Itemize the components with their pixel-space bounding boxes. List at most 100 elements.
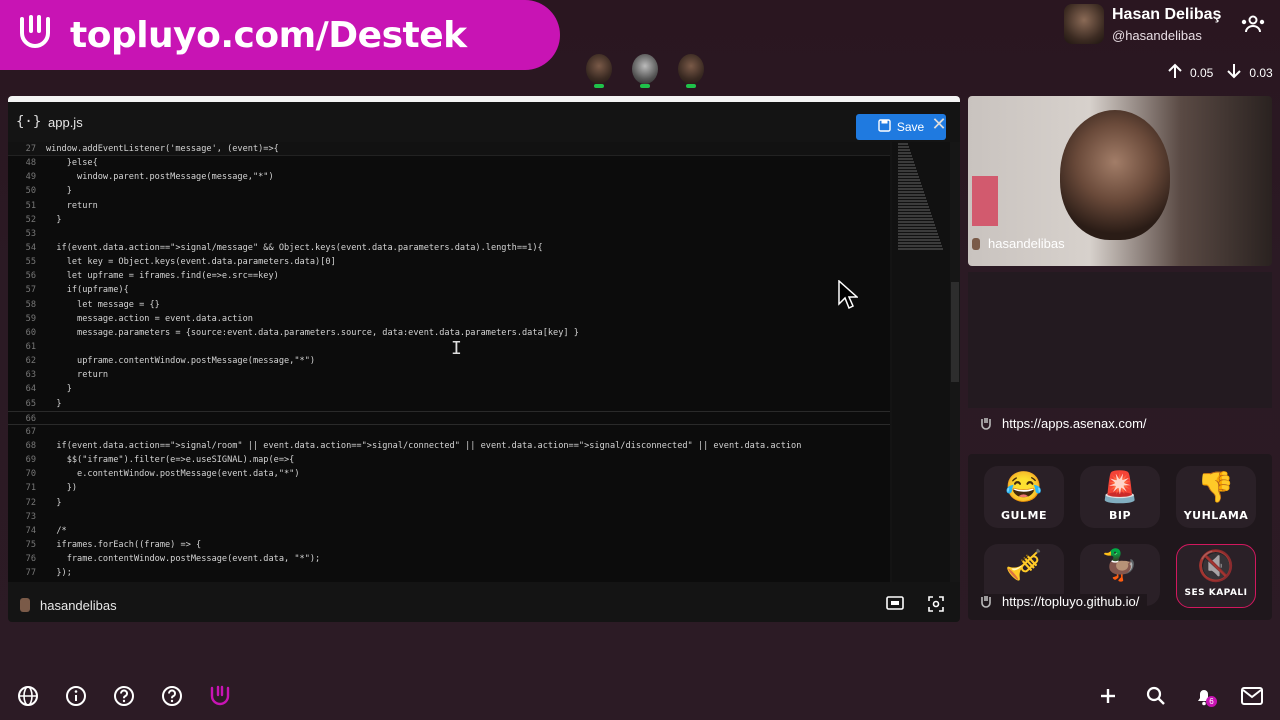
code-line: 66 [8,410,890,425]
network-stats: 0.05 0.03 [1166,62,1273,83]
siren-icon: 🚨 [1101,471,1139,504]
sticky-code-line: 27 window.addEventListener('message', (ev… [8,142,890,157]
minimap-line [898,176,919,178]
topluyo-hand-icon [980,417,992,431]
code-line: 51 return [25,200,98,211]
search-icon[interactable] [1144,684,1168,708]
text-cursor-icon: I [451,338,462,359]
code-line: 67 [25,426,36,437]
duck-icon: 🦆 [1101,549,1139,582]
notification-bell-icon[interactable]: 6 [1192,684,1217,708]
mail-icon[interactable] [1240,684,1264,708]
code-line: 70 e.contentWindow.postMessage(event.dat… [25,469,300,480]
minimap-line [898,182,921,184]
topluyo-logo-icon[interactable] [208,684,232,708]
minimap-line [898,218,933,220]
code-line: 56 let upframe = iframes.find(e=>e.src==… [25,271,279,282]
laughing-face-icon: 😂 [1005,471,1043,504]
plus-icon[interactable] [1096,684,1120,708]
minimap-line [898,185,922,187]
minimap-line [898,197,926,199]
minimap-line [898,215,932,217]
arrow-down-icon [1225,62,1243,83]
code-line: 76 frame.contentWindow.postMessage(event… [25,554,321,565]
code-line: 54 if(event.data.action==">signal/messag… [25,242,543,253]
globe-icon[interactable] [16,684,40,708]
minimap-line [898,188,923,190]
sound-boo-button[interactable]: 👎 YUHLAMA [1176,466,1256,528]
save-icon [878,119,891,135]
code-area[interactable]: 27 window.addEventListener('message', (ev… [8,142,890,582]
file-name: app.js [48,114,83,130]
download-rate: 0.03 [1249,65,1273,80]
minimap-line [898,191,924,193]
code-line: 77 }); [25,568,72,579]
close-icon[interactable]: ✕ [930,114,948,138]
participant-avatar[interactable] [630,54,660,88]
participant-avatar[interactable] [676,54,706,88]
topluyo-hand-icon [980,595,992,609]
code-line: 74 /* [25,525,67,536]
sound-laugh-button[interactable]: 😂 GULME [984,466,1064,528]
code-line: 69 $$("iframe").filter(e=>e.useSIGNAL).m… [25,455,295,466]
upload-rate: 0.05 [1190,65,1214,80]
minimap-line [898,143,908,145]
minimap-line [898,209,930,211]
shared-url-link[interactable]: https://topluyo.github.io/ [1002,594,1139,609]
code-line: 62 upframe.contentWindow.postMessage(mes… [25,356,316,367]
minimap-line [898,179,920,181]
code-line: 52 } [25,214,62,225]
minimap-line [898,155,912,157]
brand-banner[interactable]: topluyo.com/Destek [0,0,560,70]
code-line: 60 message.parameters = {source:event.da… [25,327,579,338]
current-user[interactable]: Hasan Delibaş @hasandelibas [1064,4,1221,44]
code-line: 59 message.action = event.data.action [25,313,253,324]
minimap-line [898,161,914,163]
picture-in-picture-icon[interactable] [886,596,904,617]
empty-panel [968,272,1272,408]
help-icon[interactable] [160,684,184,708]
code-line: 65 } [25,398,62,409]
shared-url-row[interactable]: https://apps.asenax.com/ [980,416,1147,431]
minimap-line [898,230,937,232]
muted-speaker-icon: 🔇 [1197,550,1235,583]
code-braces-icon: {·} [16,114,42,130]
code-line: 50 } [25,186,72,197]
minimap-line [898,239,940,241]
code-line: 49 window.parent.postMessage(message,"*"… [25,172,274,183]
shared-url-link[interactable]: https://apps.asenax.com/ [1002,416,1147,431]
webcam-label: hasandelibas [972,236,1065,251]
user-display-name: Hasan Delibaş [1112,5,1222,23]
thumbs-down-icon: 👎 [1197,471,1235,504]
participant-avatars [584,54,706,88]
minimap-line [898,212,931,214]
screenshot-icon[interactable] [928,596,944,617]
minimap-line [898,227,936,229]
code-minimap[interactable] [892,142,950,582]
info-icon[interactable] [64,684,88,708]
minimap-line [898,170,917,172]
shared-url-row[interactable]: https://topluyo.github.io/ [980,594,1148,609]
code-line: 48 }else{ [25,158,98,169]
avatar [20,598,30,612]
minimap-line [898,233,938,235]
editor-scrollbar[interactable] [950,142,960,582]
participant-avatar[interactable] [584,54,614,88]
minimap-line [898,236,939,238]
arrow-up-icon [1166,62,1184,83]
code-line: 58 let message = {} [25,299,160,310]
help-icon[interactable] [112,684,136,708]
avatar [1064,4,1104,44]
minimap-line [898,173,918,175]
code-line: 72 } [25,497,62,508]
minimap-line [898,146,909,148]
sound-beep-button[interactable]: 🚨 BIP [1080,466,1160,528]
code-line: 63 return [25,370,109,381]
minimap-line [898,206,929,208]
banner-text: topluyo.com/Destek [70,14,467,56]
sound-mute-button[interactable]: 🔇 SES KAPALI [1176,544,1256,608]
minimap-line [898,203,928,205]
user-handle: @hasandelibas [1112,27,1202,43]
users-group-icon[interactable] [1240,14,1266,34]
code-line: 57 if(upframe){ [25,285,129,296]
